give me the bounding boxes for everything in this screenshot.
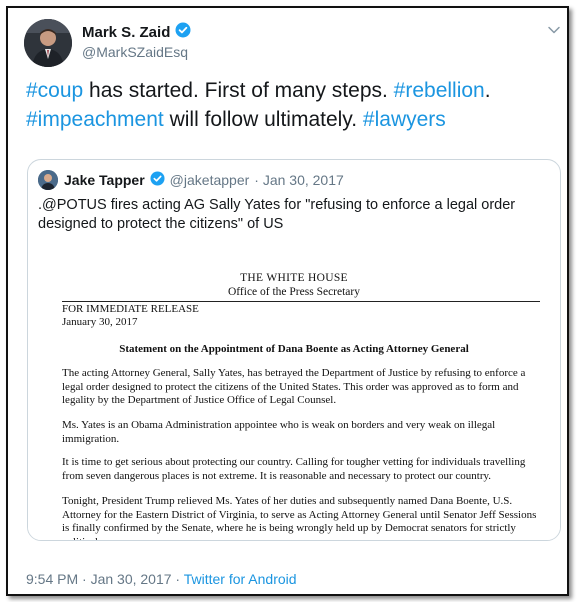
hashtag-impeachment[interactable]: #impeachment [26,108,164,131]
doc-date: January 30, 2017 [62,316,138,328]
tweet-text-segment: will follow ultimately. [163,108,363,131]
quoted-author-handle[interactable]: @jaketapper [170,172,250,188]
doc-paragraph-4: Tonight, President Trump relieved Ms. Ya… [62,495,537,540]
verified-badge-icon [175,22,191,42]
tweet-text-segment: has started. First of many steps. [83,79,394,102]
hashtag-coup[interactable]: #coup [26,79,83,102]
quoted-author-avatar[interactable] [38,170,58,190]
chevron-down-icon[interactable] [546,22,562,38]
author-name[interactable]: Mark S. Zaid [82,24,170,41]
author-avatar[interactable] [24,19,72,67]
quoted-tweet[interactable]: Jake Tapper @jaketapper · Jan 30, 2017 .… [27,159,561,541]
hashtag-lawyers[interactable]: #lawyers [363,108,446,131]
doc-divider [62,301,540,302]
doc-statement-title: Statement on the Appointment of Dana Boe… [119,343,469,355]
doc-paragraph-3: It is time to get serious about protecti… [62,456,526,482]
tweet-timestamp[interactable]: 9:54 PM · Jan 30, 2017 · [26,571,184,587]
quoted-text: .@POTUS fires acting AG Sally Yates for … [38,197,516,232]
author-name-row[interactable]: Mark S. Zaid [82,22,191,42]
hashtag-rebellion[interactable]: #rebellion [394,79,485,102]
tweet-text-segment: . [484,79,491,102]
tweet-source-link[interactable]: Twitter for Android [184,571,297,587]
tweet-footer: 9:54 PM · Jan 30, 2017 · Twitter for And… [26,571,297,587]
verified-badge-icon [150,171,165,189]
quoted-date[interactable]: · Jan 30, 2017 [254,172,344,188]
tweet-card: Mark S. Zaid @MarkSZaidEsq #coup has sta… [6,6,569,596]
doc-release: FOR IMMEDIATE RELEASE [62,303,199,315]
quoted-image-press-release[interactable]: THE WHITE HOUSE Office of the Press Secr… [28,250,560,540]
doc-paragraph-1: The acting Attorney General, Sally Yates… [62,367,526,406]
doc-header: THE WHITE HOUSE [240,272,348,284]
quoted-header: Jake Tapper @jaketapper · Jan 30, 2017 [64,171,344,189]
doc-office: Office of the Press Secretary [228,286,360,298]
doc-paragraph-2: Ms. Yates is an Obama Administration app… [62,419,496,445]
quoted-author-name[interactable]: Jake Tapper [64,172,145,188]
tweet-text: #coup has started. First of many steps. … [26,76,556,134]
author-handle[interactable]: @MarkSZaidEsq [82,44,188,60]
